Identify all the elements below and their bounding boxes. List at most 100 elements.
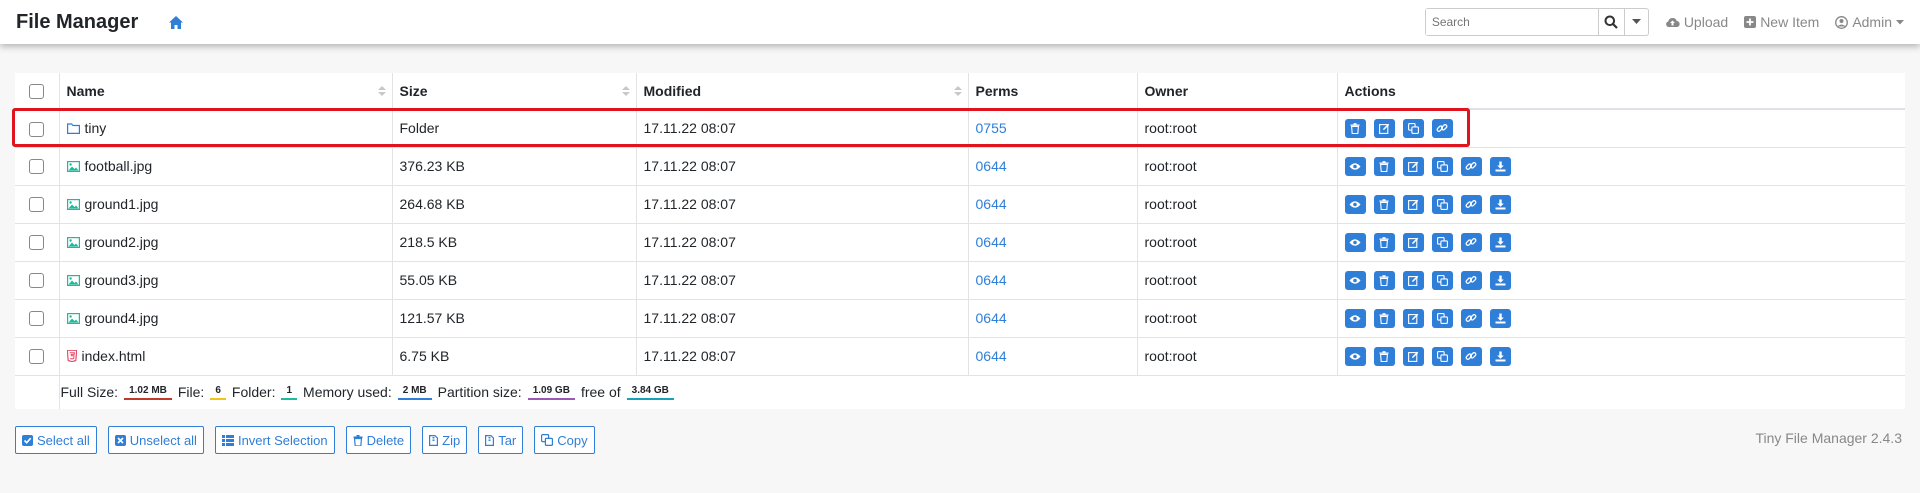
delete-action-button[interactable]: [1344, 118, 1366, 138]
link-action-button[interactable]: [1460, 156, 1482, 176]
row-select-cell[interactable]: [15, 146, 59, 185]
new-item-link[interactable]: New Item: [1744, 14, 1819, 30]
download-action-button[interactable]: [1489, 194, 1511, 214]
zip-button[interactable]: Zip: [422, 426, 468, 454]
link-action-button[interactable]: [1431, 118, 1453, 138]
unselect-all-button[interactable]: Unselect all: [107, 426, 204, 454]
row-checkbox[interactable]: [29, 121, 45, 137]
upload-link[interactable]: Upload: [1665, 14, 1728, 30]
home-icon[interactable]: [168, 15, 184, 30]
file-name-cell[interactable]: ground3.jpg: [58, 260, 392, 299]
perms-link[interactable]: 0644: [976, 310, 1007, 326]
table-row[interactable]: ground3.jpg 55.05 KB 17.11.22 08:07 0644 roo…: [15, 260, 1905, 299]
rename-action-button[interactable]: [1402, 156, 1424, 176]
file-name-cell[interactable]: index.html: [58, 336, 392, 375]
row-checkbox[interactable]: [29, 273, 45, 289]
file-name[interactable]: ground1.jpg: [85, 196, 159, 212]
file-name[interactable]: index.html: [82, 348, 146, 364]
file-name-cell[interactable]: tiny: [58, 108, 392, 147]
perms-link[interactable]: 0644: [976, 196, 1007, 212]
delete-button[interactable]: Delete: [345, 426, 412, 454]
perms-link[interactable]: 0755: [976, 120, 1007, 136]
view-action-button[interactable]: [1344, 308, 1366, 328]
row-select-cell[interactable]: [15, 108, 59, 147]
perms-link[interactable]: 0644: [976, 348, 1007, 364]
row-select-cell[interactable]: [15, 222, 59, 261]
header-modified[interactable]: Modified: [635, 73, 968, 110]
copy-action-button[interactable]: [1431, 232, 1453, 252]
perms-link[interactable]: 0644: [976, 158, 1007, 174]
view-action-button[interactable]: [1344, 156, 1366, 176]
file-name[interactable]: football.jpg: [85, 158, 153, 174]
file-name[interactable]: ground2.jpg: [85, 234, 159, 250]
download-action-button[interactable]: [1489, 270, 1511, 290]
row-select-cell[interactable]: [15, 298, 59, 337]
file-name-cell[interactable]: football.jpg: [58, 146, 392, 185]
view-action-button[interactable]: [1344, 232, 1366, 252]
perms-link[interactable]: 0644: [976, 272, 1007, 288]
view-action-button[interactable]: [1344, 346, 1366, 366]
select-all-checkbox[interactable]: [29, 83, 45, 99]
row-checkbox[interactable]: [29, 159, 45, 175]
download-action-button[interactable]: [1489, 308, 1511, 328]
file-name[interactable]: ground4.jpg: [85, 310, 159, 326]
view-action-button[interactable]: [1344, 270, 1366, 290]
copy-action-button[interactable]: [1402, 118, 1424, 138]
delete-action-button[interactable]: [1373, 232, 1395, 252]
row-checkbox[interactable]: [29, 197, 45, 213]
row-checkbox[interactable]: [29, 311, 45, 327]
rename-action-button[interactable]: [1402, 346, 1424, 366]
rename-action-button[interactable]: [1402, 308, 1424, 328]
file-name[interactable]: ground3.jpg: [85, 272, 159, 288]
perms-link[interactable]: 0644: [976, 234, 1007, 250]
header-select-all[interactable]: [15, 73, 59, 110]
copy-action-button[interactable]: [1431, 346, 1453, 366]
link-action-button[interactable]: [1460, 346, 1482, 366]
link-action-button[interactable]: [1460, 308, 1482, 328]
table-row[interactable]: index.html 6.75 KB 17.11.22 08:07 0644 root:…: [15, 336, 1905, 375]
download-action-button[interactable]: [1489, 232, 1511, 252]
rename-action-button[interactable]: [1402, 194, 1424, 214]
table-row[interactable]: ground1.jpg 264.68 KB 17.11.22 08:07 0644 ro…: [15, 184, 1905, 223]
copy-action-button[interactable]: [1431, 194, 1453, 214]
invert-selection-button[interactable]: Invert Selection: [214, 426, 335, 454]
delete-action-button[interactable]: [1373, 346, 1395, 366]
copy-action-button[interactable]: [1431, 156, 1453, 176]
select-all-button[interactable]: Select all: [15, 426, 97, 454]
row-checkbox[interactable]: [29, 349, 45, 365]
delete-action-button[interactable]: [1373, 308, 1395, 328]
file-name-cell[interactable]: ground4.jpg: [58, 298, 392, 337]
delete-action-button[interactable]: [1373, 270, 1395, 290]
link-action-button[interactable]: [1460, 232, 1482, 252]
header-name[interactable]: Name: [58, 73, 392, 110]
row-select-cell[interactable]: [15, 260, 59, 299]
row-checkbox[interactable]: [29, 235, 45, 251]
search-dropdown-button[interactable]: [1623, 9, 1648, 35]
link-action-button[interactable]: [1460, 270, 1482, 290]
row-select-cell[interactable]: [15, 336, 59, 375]
app-title[interactable]: File Manager: [16, 11, 138, 34]
link-action-button[interactable]: [1460, 194, 1482, 214]
admin-menu[interactable]: Admin: [1835, 14, 1904, 30]
copy-action-button[interactable]: [1431, 308, 1453, 328]
rename-action-button[interactable]: [1402, 270, 1424, 290]
rename-action-button[interactable]: [1373, 118, 1395, 138]
copy-action-button[interactable]: [1431, 270, 1453, 290]
table-row[interactable]: tiny Folder 17.11.22 08:07 0755 root:root: [15, 108, 1905, 147]
row-select-cell[interactable]: [15, 184, 59, 223]
file-name-cell[interactable]: ground1.jpg: [58, 184, 392, 223]
table-row[interactable]: ground4.jpg 121.57 KB 17.11.22 08:07 0644 ro…: [15, 298, 1905, 337]
file-name-cell[interactable]: ground2.jpg: [58, 222, 392, 261]
tar-button[interactable]: Tar: [478, 426, 524, 454]
download-action-button[interactable]: [1489, 156, 1511, 176]
search-input[interactable]: [1425, 9, 1598, 35]
rename-action-button[interactable]: [1402, 232, 1424, 252]
search-button[interactable]: [1597, 9, 1624, 35]
copy-button[interactable]: Copy: [534, 426, 595, 454]
table-row[interactable]: football.jpg 376.23 KB 17.11.22 08:07 0644 r…: [15, 146, 1905, 185]
header-size[interactable]: Size: [391, 73, 636, 110]
download-action-button[interactable]: [1489, 346, 1511, 366]
file-name[interactable]: tiny: [85, 120, 107, 136]
view-action-button[interactable]: [1344, 194, 1366, 214]
table-row[interactable]: ground2.jpg 218.5 KB 17.11.22 08:07 0644 roo…: [15, 222, 1905, 261]
